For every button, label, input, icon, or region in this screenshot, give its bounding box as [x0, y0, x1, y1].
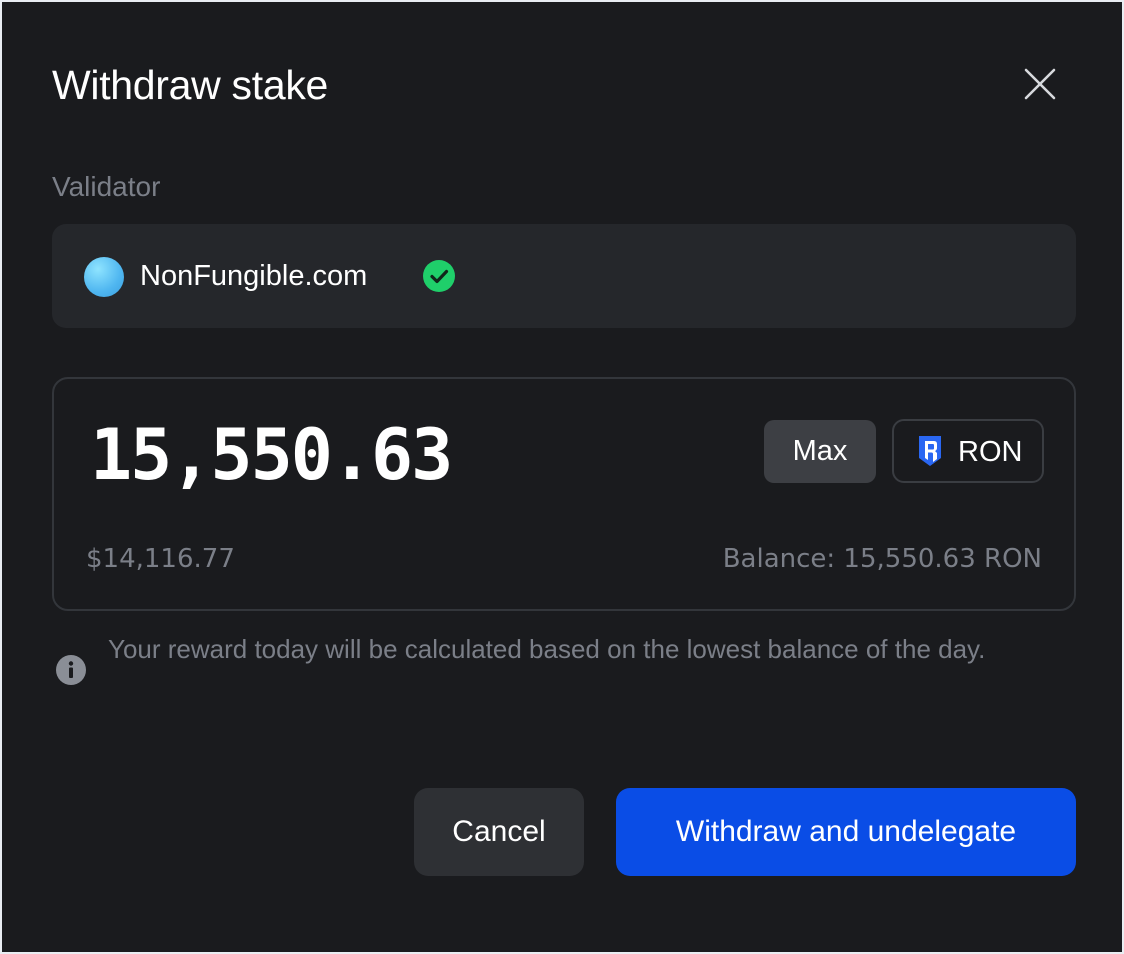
- balance-text: Balance: 15,550.63 RON: [722, 544, 1042, 574]
- close-icon: [1024, 68, 1056, 100]
- reward-info-text: Your reward today will be calculated bas…: [108, 634, 986, 664]
- token-label: RON: [958, 436, 1023, 468]
- modal-title: Withdraw stake: [52, 62, 329, 108]
- cancel-button[interactable]: Cancel: [414, 788, 584, 876]
- amount-panel: 15,550.63 Max RON $14,116.77 Balance: 15…: [52, 377, 1076, 611]
- close-button[interactable]: [1020, 64, 1060, 104]
- info-icon: [56, 655, 86, 685]
- validator-card: NonFungible.com: [52, 224, 1076, 328]
- token-selector[interactable]: RON: [892, 419, 1044, 483]
- usd-value: $14,116.77: [86, 544, 235, 574]
- ronin-shield-icon: [919, 436, 941, 466]
- validator-label: Validator: [52, 171, 161, 202]
- withdraw-stake-modal: Withdraw stake Validator NonFungible.com…: [2, 2, 1122, 952]
- check-circle-icon: [423, 260, 455, 292]
- validator-avatar: [84, 257, 124, 297]
- max-button[interactable]: Max: [764, 420, 876, 483]
- withdraw-and-undelegate-button[interactable]: Withdraw and undelegate: [616, 788, 1076, 876]
- validator-name: NonFungible.com: [140, 260, 368, 292]
- amount-input[interactable]: 15,550.63: [90, 415, 453, 495]
